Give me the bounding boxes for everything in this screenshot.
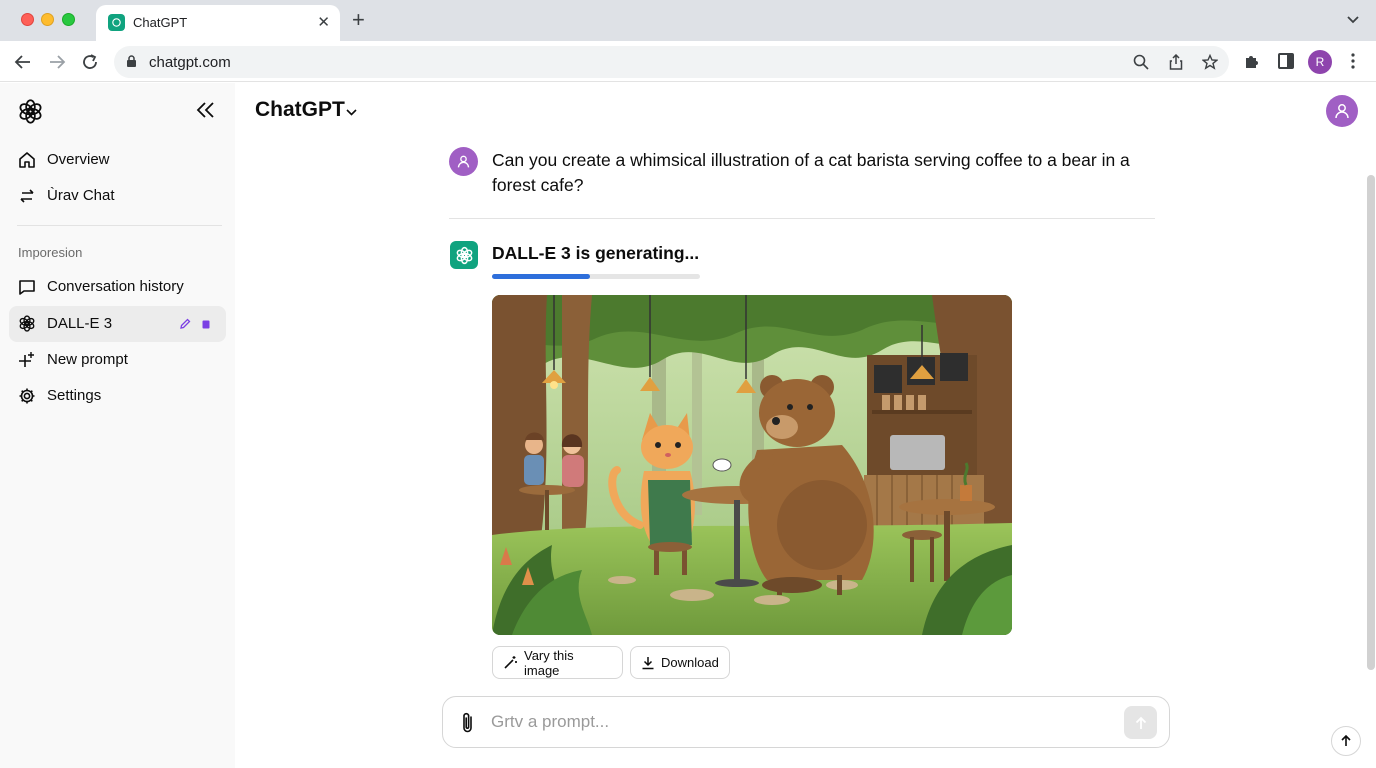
generation-status: DALL-E 3 is generating... — [492, 243, 700, 263]
sidebar-item-label: Conversation history — [47, 278, 184, 295]
vary-image-label: Vary this image — [524, 647, 574, 678]
browser-tab-bar: ChatGPT ✕ + — [0, 0, 1376, 41]
user-avatar[interactable] — [1326, 95, 1358, 127]
openai-logo-icon — [18, 314, 36, 332]
address-bar[interactable]: chatgpt.com — [114, 46, 1229, 78]
vary-image-button[interactable]: Vary this image — [492, 646, 623, 679]
sidebar-section-label: Imporesion — [18, 245, 83, 260]
side-panel-icon[interactable] — [1277, 52, 1295, 75]
tab-close-icon[interactable]: ✕ — [317, 13, 330, 31]
model-selector-title[interactable]: ChatGPT — [255, 98, 345, 122]
generation-progress-bar — [492, 274, 700, 279]
arrow-up-icon — [1341, 734, 1351, 746]
sidebar-divider — [17, 225, 222, 226]
download-button[interactable]: Download — [630, 646, 730, 679]
delete-icon[interactable] — [198, 316, 214, 332]
extensions-puzzle-icon[interactable] — [1243, 52, 1261, 75]
openai-logo-icon[interactable] — [17, 98, 44, 130]
magic-wand-icon — [503, 655, 518, 670]
chevron-down-icon[interactable] — [345, 104, 358, 122]
scroll-to-bottom-button[interactable] — [1331, 726, 1361, 756]
forward-arrow-icon[interactable] — [46, 51, 68, 73]
paperclip-icon[interactable] — [458, 711, 478, 740]
gear-icon — [18, 387, 36, 405]
progress-fill — [492, 274, 590, 279]
arrow-up-icon — [1135, 716, 1146, 729]
new-tab-icon[interactable]: + — [352, 8, 365, 32]
reload-icon[interactable] — [79, 51, 101, 73]
sidebar: Overview Ùrav Chat Imporesion Conversati… — [0, 83, 235, 768]
openai-logo-icon — [456, 246, 472, 264]
download-label: Download — [661, 655, 719, 670]
new-prompt-icon — [18, 351, 36, 369]
user-message-avatar — [449, 147, 478, 176]
tab-title: ChatGPT — [133, 15, 188, 30]
back-arrow-icon[interactable] — [12, 51, 34, 73]
sidebar-item-settings[interactable]: Settings — [9, 379, 226, 413]
share-icon[interactable] — [1168, 53, 1184, 75]
sidebar-item-label: Settings — [47, 387, 102, 404]
swap-icon — [18, 187, 36, 205]
minimize-window-button[interactable] — [41, 13, 54, 26]
sidebar-item-label: Ùrav Chat — [47, 187, 115, 204]
browser-profile-avatar[interactable]: R — [1308, 50, 1332, 74]
sidebar-item-dalle-3[interactable]: DALL-E 3 — [9, 306, 226, 342]
sidebar-item-new-prompt[interactable]: New prompt — [9, 343, 226, 377]
user-message-text: Can you create a whimsical illustration … — [492, 150, 1130, 195]
maximize-window-button[interactable] — [62, 13, 75, 26]
sidebar-item-label: New prompt — [47, 351, 128, 368]
browser-toolbar: chatgpt.com R — [0, 41, 1376, 82]
generated-image[interactable] — [492, 295, 1012, 635]
collapse-sidebar-icon[interactable] — [196, 101, 216, 124]
chatgpt-favicon-icon — [108, 14, 125, 31]
prompt-input[interactable] — [491, 709, 1091, 735]
sidebar-item-overview[interactable]: Overview — [9, 143, 226, 177]
user-icon — [1335, 104, 1349, 119]
chat-bubble-icon — [18, 278, 36, 296]
url-text[interactable]: chatgpt.com — [149, 54, 231, 71]
close-window-button[interactable] — [21, 13, 34, 26]
home-icon — [18, 151, 36, 169]
prompt-composer — [442, 696, 1170, 748]
download-icon — [641, 656, 655, 670]
lock-icon[interactable] — [126, 55, 137, 73]
zoom-icon[interactable] — [1133, 54, 1149, 75]
browser-menu-icon[interactable] — [1345, 52, 1361, 75]
sidebar-item-chat[interactable]: Ùrav Chat — [9, 179, 226, 213]
message-divider — [449, 218, 1155, 219]
tab-search-chevron-icon[interactable] — [1346, 12, 1360, 31]
bookmark-star-icon[interactable] — [1201, 53, 1219, 75]
sidebar-item-label: DALL-E 3 — [47, 315, 113, 332]
browser-tab[interactable]: ChatGPT ✕ — [96, 5, 340, 41]
assistant-avatar — [450, 241, 478, 269]
sidebar-item-conversation-history[interactable]: Conversation history — [9, 270, 226, 304]
edit-pencil-icon[interactable] — [177, 316, 193, 332]
user-icon — [457, 155, 470, 168]
sidebar-item-label: Overview — [47, 151, 110, 168]
scrollbar-thumb[interactable] — [1367, 175, 1375, 670]
send-button[interactable] — [1124, 706, 1157, 739]
